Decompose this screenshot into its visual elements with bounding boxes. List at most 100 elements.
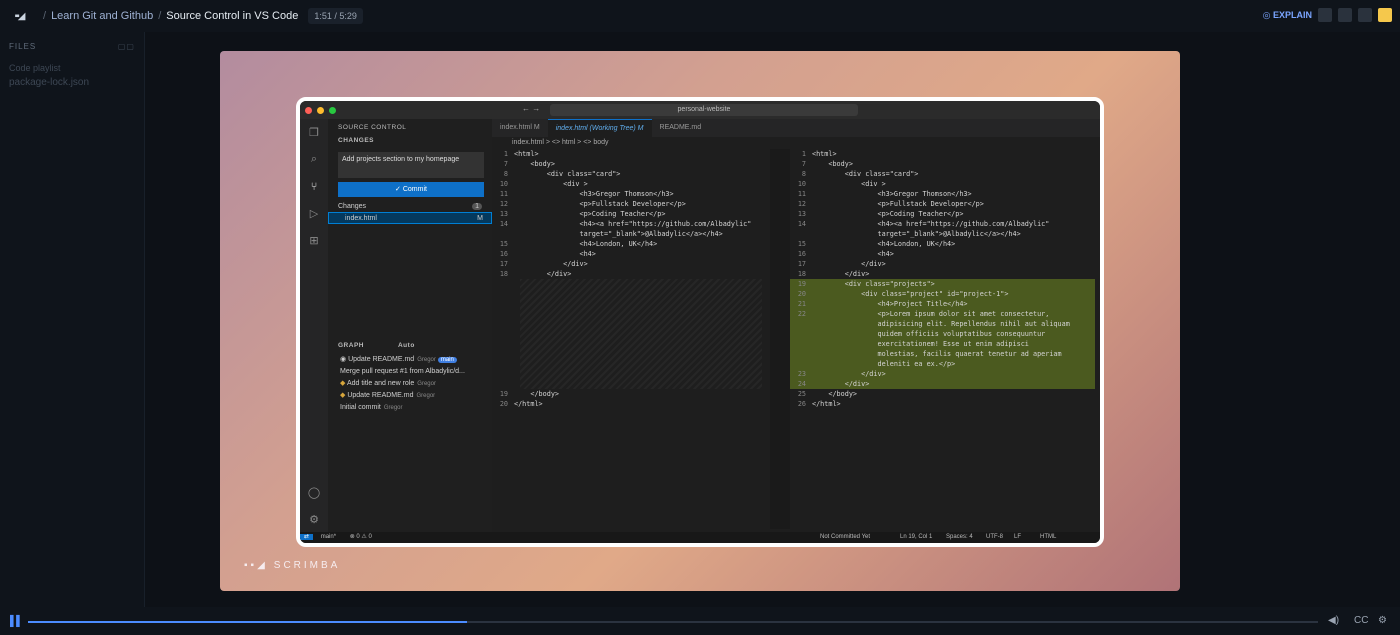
blame-status: Not Committed Yet xyxy=(820,534,871,540)
settings-icon[interactable]: ⚙ xyxy=(1378,615,1387,626)
status-bar: ⇄ main* ⊗ 0 ⚠ 0 Not Committed Yet Ln 19,… xyxy=(300,532,1100,543)
code-text: </div> xyxy=(812,370,886,378)
commit-author: Gregor xyxy=(416,393,436,399)
line-number: 17 xyxy=(797,260,806,268)
line-number: 1 xyxy=(503,150,508,158)
brand-label: SCRIMBA xyxy=(273,560,341,571)
code-text: <div class="projects"> xyxy=(812,280,935,288)
language-status: HTML xyxy=(1040,534,1057,540)
layout-toggle-icon[interactable] xyxy=(1318,8,1332,22)
tab-label: index.html xyxy=(500,124,532,131)
notes-icon[interactable] xyxy=(1378,8,1392,22)
layout-toggle-3-icon[interactable] xyxy=(1358,8,1372,22)
commit-message: Add projects section to my homepage xyxy=(338,152,484,178)
tab-mark: M xyxy=(637,125,644,132)
code-text: <html> xyxy=(514,150,539,158)
code-line: 18 </div> xyxy=(790,269,1095,279)
tab-readme: README.md xyxy=(652,119,710,137)
line-number: 1 xyxy=(801,150,806,158)
code-line: 10 <div > xyxy=(492,179,762,189)
line-number: 17 xyxy=(499,260,508,268)
code-line: 20 </html> xyxy=(492,399,762,409)
line-number: 7 xyxy=(503,160,508,168)
commit-author: Gregor xyxy=(383,405,403,411)
line-number: 24 xyxy=(797,380,806,388)
activity-bar: ❐ ⌕ ⑂ ▷ ⊞ ◯ ⚙ xyxy=(300,119,328,539)
code-text: <div class="project" id="project-1"> xyxy=(812,290,1009,298)
graph-commit: Initial commit Gregor xyxy=(328,402,492,414)
pause-icon[interactable]: ▌▌ xyxy=(10,616,23,627)
code-text: <h3>Gregor Thomson</h3> xyxy=(812,190,972,198)
code-text: <h4> xyxy=(812,250,894,258)
code-line: 15 <h4>London, UK</h4> xyxy=(492,239,762,249)
files-header: FILES xyxy=(9,42,37,51)
scrimba-logo-icon[interactable]: ▪▪◢ xyxy=(0,0,38,32)
code-line: 22 <p>Lorem ipsum dolor sit amet consect… xyxy=(790,309,1095,319)
code-text: molestias, facilis quaerat tenetur ad ap… xyxy=(812,350,1062,358)
code-line: 15 <h4>London, UK</h4> xyxy=(790,239,1095,249)
command-search: personal-website xyxy=(550,104,858,116)
new-file-icon[interactable]: ▢▢ xyxy=(118,42,135,51)
layout-toggle-2-icon[interactable] xyxy=(1338,8,1352,22)
code-text: <div > xyxy=(514,180,588,188)
commit-msg: Initial commit xyxy=(340,404,381,411)
progress-track[interactable] xyxy=(28,621,1318,623)
editor-tabs: index.html M index.html (Working Tree) M… xyxy=(492,119,1100,137)
code-line: 1 <html> xyxy=(790,149,1095,159)
code-text: <p>Coding Teacher</p> xyxy=(812,210,964,218)
code-text: </div> xyxy=(812,270,870,278)
nav-arrows-icon: ← → xyxy=(522,104,541,113)
tab-index-html: index.html M xyxy=(492,119,548,137)
volume-icon[interactable]: ◀) xyxy=(1328,615,1339,626)
code-text: <html> xyxy=(812,150,837,158)
diff-left-editor: 1 <html> 7 <body> 8 <div class="card"> 10 <d… xyxy=(492,149,762,529)
line-number: 7 xyxy=(801,160,806,168)
minimize-dot-icon xyxy=(317,106,324,114)
encoding-status: UTF-8 xyxy=(986,534,1003,540)
changed-file-row: index.html M xyxy=(328,212,492,224)
code-line: 12 <p>Fullstack Developer</p> xyxy=(492,199,762,209)
file-item[interactable]: Code playlist xyxy=(0,61,144,75)
code-line: 14 <h4><a href="https://github.com/Albad… xyxy=(790,219,1095,229)
line-number: 8 xyxy=(503,170,508,178)
changes-header: CHANGES xyxy=(338,137,375,144)
commit-label: Commit xyxy=(402,186,427,193)
changes-label: Changes xyxy=(338,203,367,210)
line-number: 13 xyxy=(499,210,508,218)
maximize-dot-icon xyxy=(329,106,336,114)
code-line: 17 </div> xyxy=(492,259,762,269)
code-line: 13 <p>Coding Teacher</p> xyxy=(492,209,762,219)
course-breadcrumb[interactable]: Learn Git and Github xyxy=(51,10,153,22)
captions-button[interactable]: CC xyxy=(1354,615,1368,626)
line-number: 26 xyxy=(797,400,806,408)
commit-button: ✓ Commit xyxy=(338,182,484,197)
diff-gutter xyxy=(770,149,790,529)
code-line: 7 <body> xyxy=(492,159,762,169)
graph-commit: ◆ Update README.md Gregor xyxy=(340,392,436,399)
graph-mode: Auto xyxy=(397,342,415,349)
file-item[interactable]: package-lock.json xyxy=(0,75,144,90)
code-line: 24 </div> xyxy=(790,379,1095,389)
code-line: 8 <div class="card"> xyxy=(790,169,1095,179)
code-text: </body> xyxy=(514,390,560,398)
commit-msg: Update README.md xyxy=(348,356,415,363)
files-panel: FILES ▢▢ Code playlist package-lock.json xyxy=(0,32,145,607)
code-text: deleniti ea ex.</p> xyxy=(812,360,956,368)
branch-status: main* xyxy=(320,534,337,540)
extensions-icon: ⊞ xyxy=(309,235,319,247)
code-text: <p>Coding Teacher</p> xyxy=(514,210,666,218)
run-debug-icon: ▷ xyxy=(309,208,319,220)
problems-status: ⊗ 0 ⚠ 0 xyxy=(349,534,372,540)
code-line: quidem officiis voluptatibus consequuntu… xyxy=(790,329,1095,339)
line-number: 19 xyxy=(499,390,508,398)
code-line: 18 </div> xyxy=(492,269,762,279)
explain-button[interactable]: ◎ EXPLAIN xyxy=(1263,10,1312,21)
code-text: <h4><a href="https://github.com/Albadyli… xyxy=(812,220,1050,228)
line-number: 15 xyxy=(499,240,508,248)
account-icon: ◯ xyxy=(307,487,321,499)
line-number: 8 xyxy=(801,170,806,178)
eol-status: LF xyxy=(1014,534,1022,540)
code-text: <h4>Project Title</h4> xyxy=(812,300,968,308)
code-line: 26 </html> xyxy=(790,399,1095,409)
cursor-position: Ln 19, Col 1 xyxy=(900,534,933,540)
